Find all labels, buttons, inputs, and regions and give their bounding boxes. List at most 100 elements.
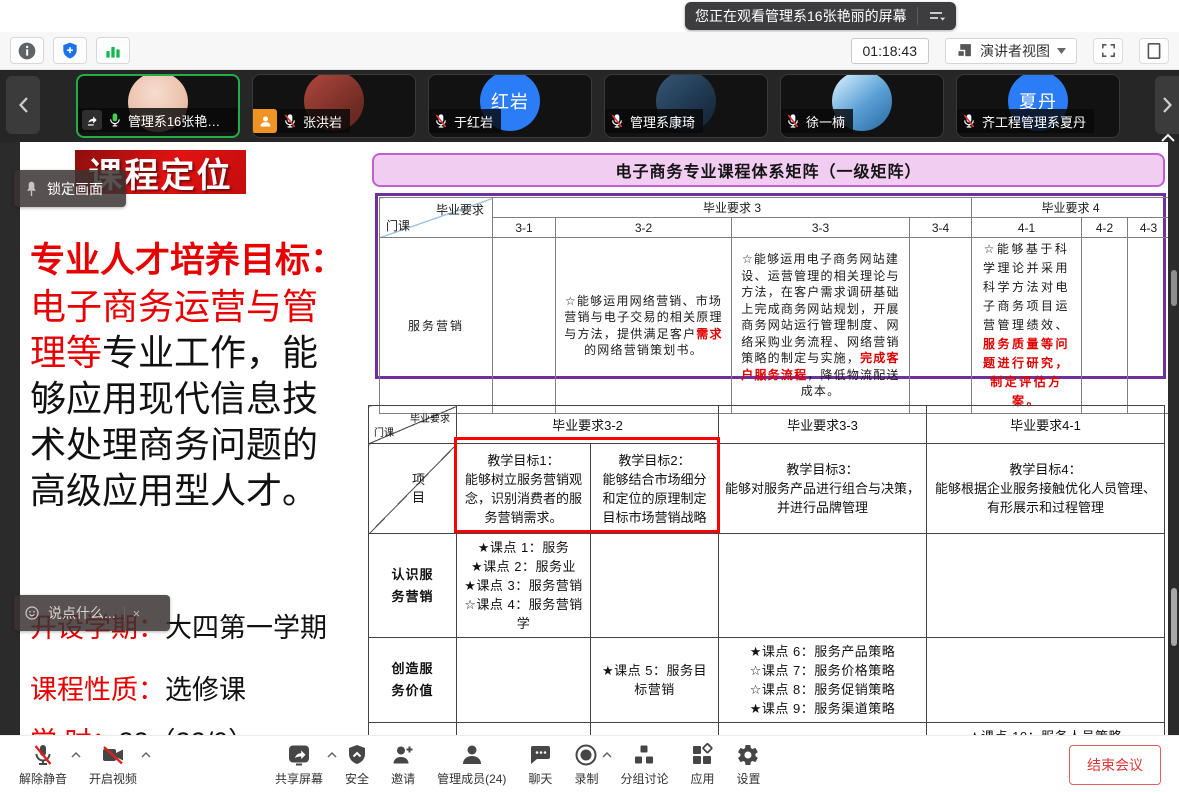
participant-tile[interactable]: 徐一楠 [780, 74, 944, 138]
chat-close-icon[interactable]: × [124, 606, 141, 621]
shared-screen: 课程定位 锁定画面 电子商务专业课程体系矩阵（一级矩阵） 毕业要求 门课 毕业要… [0, 142, 1179, 735]
view-mode-button[interactable]: 演讲者视图 [945, 38, 1077, 64]
scrollbar-thumb[interactable] [1171, 270, 1177, 306]
next-participants-button[interactable] [1155, 76, 1179, 134]
matrix1-title-banner: 电子商务专业课程体系矩阵（一级矩阵） [372, 153, 1165, 187]
chat-button[interactable]: 聊天 [517, 743, 563, 787]
pin-icon [24, 180, 39, 197]
meeting-info-button[interactable] [10, 37, 44, 64]
toolbar-item-label: 分组讨论 [620, 770, 668, 787]
top-toolbar: 01:18:43 演讲者视图 [0, 32, 1179, 70]
matrix1-subheader: 3-1 [493, 218, 556, 238]
matrix1-subheader: 3-2 [556, 218, 732, 238]
matrix1-subheader: 3-3 [732, 218, 910, 238]
share-screen-button[interactable]: 共享屏幕 [264, 743, 334, 787]
matrix2-points-cell: ★课点 6：服务产品策略 ☆课点 7：服务价格策略 ☆课点 8：服务促销策略 ★… [719, 638, 927, 723]
chat-input-pill[interactable]: 说点什么... × [14, 595, 170, 631]
matrix2-empty-cell [927, 534, 1165, 638]
matrix2-empty-cell [457, 638, 591, 723]
person-icon [258, 114, 273, 129]
end-meeting-button[interactable]: 结束会议 [1069, 745, 1161, 785]
network-quality-button[interactable] [96, 37, 130, 64]
invite-button[interactable]: 邀请 [380, 743, 426, 787]
toolbar-item-label: 聊天 [528, 770, 552, 787]
participant-name-bar: 于红岩 [429, 109, 501, 133]
matrix1-cell-3-4 [910, 238, 972, 414]
settings-button[interactable]: 设置 [725, 743, 771, 787]
side-panel-button[interactable] [1139, 38, 1169, 64]
corner-label-top: 毕业要求 [410, 410, 450, 425]
matrix1-cell-4-2 [1082, 238, 1128, 414]
apps-button[interactable]: 应用 [679, 743, 725, 787]
matrix1-cell-3-3: ☆能够运用电子商务网站建设、运营管理的相关理论与方法，在客户需求调研基础上完成商… [732, 238, 910, 414]
participant-name-bar: 管理系康琦 [605, 109, 703, 133]
participant-name: 张洪岩 [303, 112, 342, 131]
camera-off-icon [101, 743, 125, 767]
matrix1-title: 电子商务专业课程体系矩阵（一级矩阵） [615, 158, 921, 182]
cell-text: 的网络营销策划书。 [584, 343, 703, 357]
participant-name-bar: 管理系16张艳丽... [78, 108, 238, 132]
matrix1-cell-4-1: ☆能够基于科学理论并采用科学方法对电子商务项目运营管理绩效、服务质量等问题进行研… [972, 238, 1082, 414]
participant-name: 于红岩 [454, 112, 493, 131]
record-button[interactable]: 录制 [563, 743, 609, 787]
manage-members-button[interactable]: 管理成员(24) [426, 743, 517, 787]
toolbar-item-label: 开启视频 [89, 770, 137, 787]
matrix1-corner-cell: 毕业要求 门课 [380, 198, 493, 238]
mic-muted-icon [31, 743, 55, 767]
toolbar-item-label: 邀请 [391, 770, 415, 787]
chat-icon [528, 743, 552, 767]
matrix2-empty-cell [719, 534, 927, 638]
matrix1-subheader: 3-4 [910, 218, 972, 238]
prev-participants-button[interactable] [6, 76, 40, 134]
matrix2-empty-cell [591, 534, 719, 638]
banner-menu-button[interactable] [917, 7, 946, 25]
highlight-rectangle [454, 437, 720, 533]
course-hours-value: 32（32/0） [119, 727, 256, 735]
scrollbar-thumb[interactable] [1171, 588, 1177, 646]
emoji-icon [24, 605, 40, 621]
mic-muted-icon [433, 113, 449, 129]
course-nature-value: 选修课 [165, 675, 246, 705]
unmute-button[interactable]: 解除静音 [8, 743, 78, 787]
training-goal-heading: 专业人才培养目标： [30, 238, 346, 284]
matrix2-goal3-cell: 教学目标3： 能够对服务产品进行组合与决策，并进行品牌管理 [719, 444, 927, 534]
participant-tile[interactable]: 管理系16张艳丽... [76, 74, 240, 138]
video-options-chevron[interactable] [141, 748, 151, 762]
participant-tile[interactable]: 红岩 于红岩 [428, 74, 592, 138]
course-nature-label: 课程性质： [30, 675, 165, 705]
lock-view-button[interactable]: 锁定画面 [14, 170, 126, 207]
security-shield-button[interactable] [53, 37, 87, 64]
matrix2-header-3-3: 毕业要求3-3 [719, 406, 927, 444]
chevron-up-icon [1160, 132, 1176, 143]
person-badge-icon [253, 109, 277, 133]
collapse-strip-button[interactable] [1160, 130, 1176, 148]
toolbar-item-label: 录制 [574, 770, 598, 787]
breakout-icon [632, 743, 656, 767]
shared-screen-left-edge [0, 142, 20, 735]
matrix2-points-cell: ★课点 10：服务人员策略 ★课点 11：服务有形展示 ★课点 12：服务过程管… [927, 723, 1165, 736]
matrix1-subheader: 4-2 [1082, 218, 1128, 238]
mic-on-icon [107, 112, 123, 128]
watching-banner: 您正在观看管理系16张艳丽的屏幕 [685, 2, 956, 30]
breakout-rooms-button[interactable]: 分组讨论 [609, 743, 679, 787]
mic-muted-icon [282, 113, 298, 129]
toolbar-item-label: 解除静音 [19, 770, 67, 787]
toolbar-item-label: 安全 [345, 770, 369, 787]
meeting-timer: 01:18:43 [851, 38, 930, 64]
participant-tile[interactable]: 管理系康琦 [604, 74, 768, 138]
toolbar-item-label: 设置 [736, 770, 760, 787]
fullscreen-button[interactable] [1093, 38, 1123, 64]
cell-text: ，降低物流配送成本。 [801, 368, 900, 399]
matrix2-row-label-project: 项 目 [369, 444, 457, 534]
participant-tile[interactable]: 夏丹 齐工程管理系夏丹 [956, 74, 1120, 138]
security-button[interactable]: 安全 [334, 743, 380, 787]
mic-muted-icon [961, 113, 977, 129]
members-icon [460, 743, 484, 767]
meeting-timer-value: 01:18:43 [863, 43, 918, 59]
fullscreen-icon [1100, 42, 1117, 59]
start-video-button[interactable]: 开启视频 [78, 743, 148, 787]
participant-name: 管理系康琦 [630, 112, 695, 131]
toolbar-item-label: 管理成员(24) [437, 770, 506, 787]
sidebar-panel-icon [1146, 42, 1162, 60]
participant-tile[interactable]: 张洪岩 [252, 74, 416, 138]
